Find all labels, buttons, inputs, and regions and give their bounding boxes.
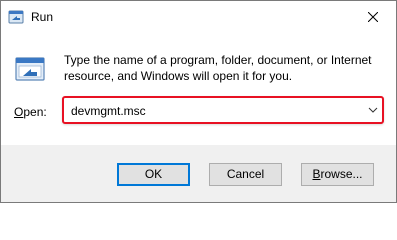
window-title: Run: [31, 10, 54, 24]
open-combobox[interactable]: [62, 96, 384, 124]
open-label: Open:: [14, 104, 47, 120]
open-label-rest: pen:: [23, 105, 47, 119]
run-icon: [15, 57, 45, 81]
browse-button[interactable]: Browse...: [301, 163, 374, 186]
open-label-mnemonic: O: [14, 105, 24, 119]
cancel-button[interactable]: Cancel: [209, 163, 282, 186]
run-app-icon: [8, 10, 24, 24]
browse-mnemonic: B: [312, 167, 321, 181]
open-input[interactable]: [71, 103, 351, 119]
dialog-content: Type the name of a program, folder, docu…: [1, 32, 396, 145]
description-text: Type the name of a program, folder, docu…: [64, 53, 372, 83]
ok-button[interactable]: OK: [117, 163, 190, 186]
title-bar[interactable]: Run: [1, 1, 396, 32]
browse-label-rest: rowse...: [320, 167, 363, 181]
run-dialog: Run Type the name of a program, folder, …: [0, 0, 397, 203]
chevron-down-icon[interactable]: [367, 104, 379, 116]
close-button[interactable]: [350, 1, 396, 32]
button-bar: OK Cancel Browse...: [1, 145, 396, 202]
close-icon: [368, 11, 378, 22]
